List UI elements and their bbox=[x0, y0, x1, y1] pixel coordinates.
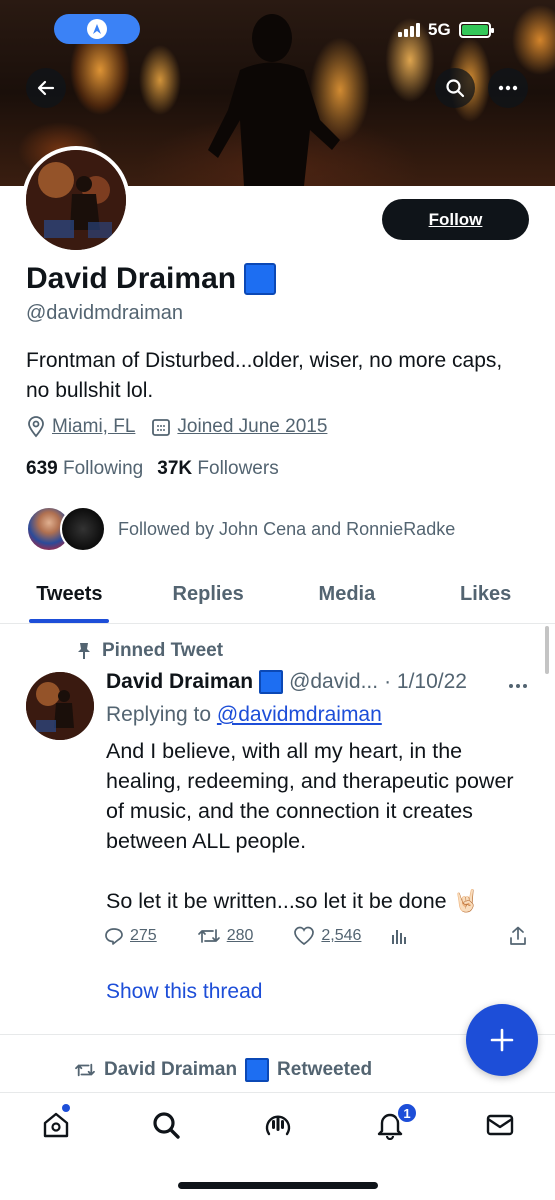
search-button[interactable] bbox=[435, 68, 475, 108]
share-button[interactable] bbox=[508, 926, 528, 946]
retweeter-name[interactable]: David Draiman bbox=[104, 1059, 237, 1081]
nav-spaces[interactable] bbox=[260, 1107, 296, 1143]
profile-bio: Frontman of Disturbed...older, wiser, no… bbox=[26, 349, 503, 402]
heart-icon bbox=[294, 926, 315, 946]
tweet-text: And I believe, with all my heart, in the… bbox=[106, 736, 526, 946]
search-icon bbox=[153, 1112, 180, 1139]
location-pin-icon bbox=[28, 416, 44, 438]
tab-media[interactable]: Media bbox=[278, 566, 417, 623]
retweet-icon bbox=[197, 929, 220, 943]
spaces-icon bbox=[265, 1115, 291, 1136]
profile-tabs: Tweets Replies Media Likes bbox=[0, 566, 555, 624]
following-count-link[interactable]: 639 Following bbox=[26, 458, 143, 480]
location-item: Miami, FL bbox=[26, 416, 135, 438]
profile-handle: @davidmdraiman bbox=[26, 302, 184, 324]
like-button[interactable]: 2,546 bbox=[293, 926, 361, 946]
profile-avatar[interactable] bbox=[22, 146, 130, 254]
mail-icon bbox=[486, 1114, 514, 1136]
search-icon bbox=[446, 79, 465, 98]
retweeted-label-row: David Draiman Retweeted bbox=[74, 1058, 372, 1082]
home-unread-dot bbox=[62, 1104, 70, 1112]
plus-icon bbox=[490, 1028, 514, 1052]
battery-icon bbox=[458, 22, 494, 38]
follow-button[interactable]: Follow bbox=[382, 199, 529, 240]
status-pill bbox=[54, 14, 140, 44]
tab-replies[interactable]: Replies bbox=[139, 566, 278, 623]
reply-count: 275 bbox=[130, 927, 157, 944]
blue-square-emoji-icon bbox=[259, 670, 284, 694]
navigation-arrow-icon bbox=[87, 19, 107, 39]
pinned-label-row: Pinned Tweet bbox=[76, 640, 223, 662]
network-label: 5G bbox=[428, 20, 451, 39]
calendar-icon bbox=[152, 419, 171, 436]
tab-likes[interactable]: Likes bbox=[416, 566, 555, 623]
replying-to-link[interactable]: @davidmdraiman bbox=[217, 703, 382, 726]
analytics-icon bbox=[392, 930, 407, 944]
compose-tweet-button[interactable] bbox=[466, 1004, 538, 1076]
followers-count-link[interactable]: 37K Followers bbox=[157, 458, 278, 480]
pin-icon bbox=[78, 643, 90, 659]
back-button[interactable] bbox=[26, 68, 66, 108]
tab-tweets[interactable]: Tweets bbox=[0, 566, 139, 623]
nav-search[interactable] bbox=[148, 1107, 184, 1143]
home-icon bbox=[43, 1112, 69, 1138]
tweet-date[interactable]: · 1/10/22 bbox=[384, 670, 467, 694]
status-indicators: 5G bbox=[398, 20, 494, 40]
pinned-label: Pinned Tweet bbox=[102, 640, 224, 661]
tweet-avatar-image bbox=[26, 672, 94, 740]
avatar-image bbox=[26, 150, 126, 250]
show-thread-link[interactable]: Show this thread bbox=[106, 980, 262, 1004]
more-icon bbox=[509, 684, 527, 688]
location-link[interactable]: Miami, FL bbox=[52, 416, 135, 438]
back-arrow-icon bbox=[37, 80, 55, 96]
like-count: 2,546 bbox=[321, 927, 362, 944]
tweet-paragraph: So let it be written...so let it be done… bbox=[106, 889, 480, 913]
profile-meta: Miami, FL Joined June 2015 bbox=[26, 416, 327, 438]
joined-date: Joined June 2015 bbox=[177, 416, 328, 437]
retweet-button[interactable]: 280 bbox=[197, 926, 254, 946]
followed-by-row[interactable]: Followed by John Cena and RonnieRadke bbox=[26, 506, 455, 552]
more-button[interactable] bbox=[488, 68, 528, 108]
tweet-author-handle: @david... bbox=[289, 670, 379, 693]
blue-square-emoji-icon bbox=[245, 1058, 270, 1082]
profile-name-row: David Draiman bbox=[26, 262, 277, 296]
scrollbar[interactable] bbox=[545, 626, 549, 674]
profile-name: David Draiman bbox=[26, 262, 237, 295]
tweet-more-button[interactable] bbox=[508, 672, 528, 695]
followed-by-text: Followed by John Cena and RonnieRadke bbox=[118, 518, 456, 539]
tweet-actions: 275 280 2,546 bbox=[104, 926, 534, 946]
retweet-icon bbox=[75, 1063, 95, 1077]
follow-counts: 639 Following 37K Followers bbox=[26, 458, 279, 480]
tweet-paragraph: And I believe, with all my heart, in the… bbox=[106, 739, 514, 853]
analytics-button[interactable] bbox=[391, 927, 409, 945]
retweeted-label: Retweeted bbox=[277, 1059, 373, 1080]
joined-item: Joined June 2015 bbox=[151, 416, 327, 438]
nav-messages[interactable] bbox=[482, 1107, 518, 1143]
nav-home[interactable] bbox=[38, 1107, 74, 1143]
tweet-author-avatar[interactable] bbox=[26, 672, 94, 740]
reply-icon bbox=[105, 928, 123, 945]
tweet-header: David Draiman @david... · 1/10/22 bbox=[106, 670, 467, 694]
blue-square-emoji-icon bbox=[244, 263, 277, 295]
notification-badge: 1 bbox=[396, 1102, 418, 1124]
home-indicator[interactable] bbox=[178, 1182, 378, 1189]
reply-button[interactable]: 275 bbox=[104, 926, 157, 946]
banner-silhouette bbox=[208, 14, 340, 186]
tweet-author-name[interactable]: David Draiman bbox=[106, 670, 253, 694]
signal-icon bbox=[398, 23, 420, 37]
share-icon bbox=[510, 926, 526, 945]
more-icon bbox=[498, 85, 518, 91]
replying-to: Replying to @davidmdraiman bbox=[106, 703, 382, 726]
retweet-count: 280 bbox=[226, 927, 254, 944]
follower-avatar bbox=[60, 506, 106, 552]
followed-by-avatars bbox=[26, 506, 106, 552]
